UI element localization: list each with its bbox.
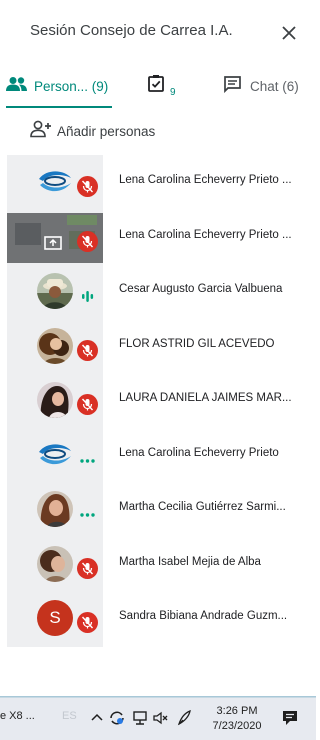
notifications-icon[interactable] — [281, 709, 299, 727]
tab-tasks-count: 9 — [170, 86, 176, 98]
participant-list: Lena Carolina Echeverry Prieto ... Lena … — [0, 155, 316, 646]
participant-name: Lena Carolina Echeverry Prieto ... — [119, 228, 292, 241]
tab-people-count: (9) — [91, 78, 109, 94]
tab-chat-label: Chat — [250, 78, 279, 94]
add-people-label: Añadir personas — [57, 123, 156, 139]
clock-date: 7/23/2020 — [212, 720, 262, 732]
network-icon[interactable] — [131, 709, 149, 727]
language-indicator[interactable]: ES — [62, 710, 77, 722]
clock-time: 3:26 PM — [216, 705, 258, 717]
avatar — [37, 382, 73, 418]
participant-name: Martha Cecilia Gutiérrez Sarmi... — [119, 501, 286, 513]
panel-header: Sesión Consejo de Carrea I.A. — [0, 0, 316, 64]
tab-chat[interactable]: Chat (6) — [223, 64, 313, 108]
taskbar-clock[interactable]: 3:26 PM 7/23/2020 — [210, 704, 264, 734]
participant-name: FLOR ASTRID GIL ACEVEDO — [119, 337, 275, 350]
mic-off-icon — [77, 339, 98, 361]
mic-off-icon — [77, 230, 98, 252]
mic-off-icon — [77, 557, 98, 579]
avatar — [37, 491, 73, 527]
meeting-title: Sesión Consejo de Carrea I.A. — [30, 22, 233, 39]
speaking-indicator-icon — [77, 285, 98, 306]
add-person-icon — [30, 120, 52, 143]
logo-avatar — [37, 436, 73, 473]
tab-people-label: Person... — [34, 78, 89, 94]
logo-avatar — [37, 164, 73, 200]
participant-name: Cesar Augusto Garcia Valbuena — [119, 283, 283, 295]
participant-row[interactable]: LAURA DANIELA JAIMES MAR... — [0, 373, 316, 428]
avatar — [37, 273, 73, 309]
add-people-button[interactable]: Añadir personas — [30, 118, 155, 144]
chevron-up-icon[interactable] — [88, 709, 106, 727]
tab-tasks[interactable]: 9 — [146, 64, 186, 108]
mic-off-icon — [77, 394, 98, 415]
mic-off-icon — [77, 176, 98, 197]
participant-name: Lena Carolina Echeverry Prieto ... — [119, 174, 292, 186]
tab-chat-count: (6) — [282, 78, 299, 94]
task-checkbox-icon — [146, 74, 166, 99]
tab-active-indicator — [6, 106, 112, 108]
participant-name: Martha Isabel Mejia de Alba — [119, 555, 261, 568]
panel-tabs: Person... (9) 9 Chat (6) — [0, 64, 316, 108]
participant-row[interactable]: Martha Cecilia Gutiérrez Sarmi... — [0, 482, 316, 537]
volume-muted-icon[interactable] — [152, 709, 170, 727]
participant-name: Sandra Bibiana Andrade Guzm... — [119, 610, 288, 622]
close-icon[interactable] — [279, 23, 299, 43]
participant-row[interactable]: Lena Carolina Echeverry Prieto — [0, 428, 316, 483]
participant-row[interactable]: Cesar Augusto Garcia Valbuena — [0, 264, 316, 319]
windows-taskbar: e X8 ... ES 3:26 PM 7/23/2020 — [0, 697, 316, 740]
avatar: S — [37, 600, 73, 636]
participant-row[interactable]: S Sandra Bibiana Andrade Guzm... — [0, 591, 316, 646]
mic-off-icon — [77, 612, 98, 633]
pen-icon[interactable] — [176, 709, 194, 727]
participant-row[interactable]: Lena Carolina Echeverry Prieto ... — [0, 155, 316, 210]
participant-row[interactable]: FLOR ASTRID GIL ACEVEDO — [0, 319, 316, 374]
more-options-icon[interactable] — [77, 449, 98, 470]
taskbar-app-label[interactable]: e X8 ... — [0, 710, 35, 722]
tab-people[interactable]: Person... (9) — [6, 64, 112, 108]
participant-row[interactable]: Martha Isabel Mejia de Alba — [0, 537, 316, 592]
participant-name: Lena Carolina Echeverry Prieto — [119, 446, 279, 459]
sync-icon[interactable] — [108, 709, 126, 727]
participant-row[interactable]: Lena Carolina Echeverry Prieto ... — [0, 210, 316, 265]
people-icon — [6, 76, 28, 97]
avatar — [37, 545, 73, 582]
participant-name: LAURA DANIELA JAIMES MAR... — [119, 392, 292, 404]
avatar — [37, 327, 73, 364]
more-options-icon[interactable] — [77, 503, 98, 524]
chat-icon — [223, 75, 242, 98]
